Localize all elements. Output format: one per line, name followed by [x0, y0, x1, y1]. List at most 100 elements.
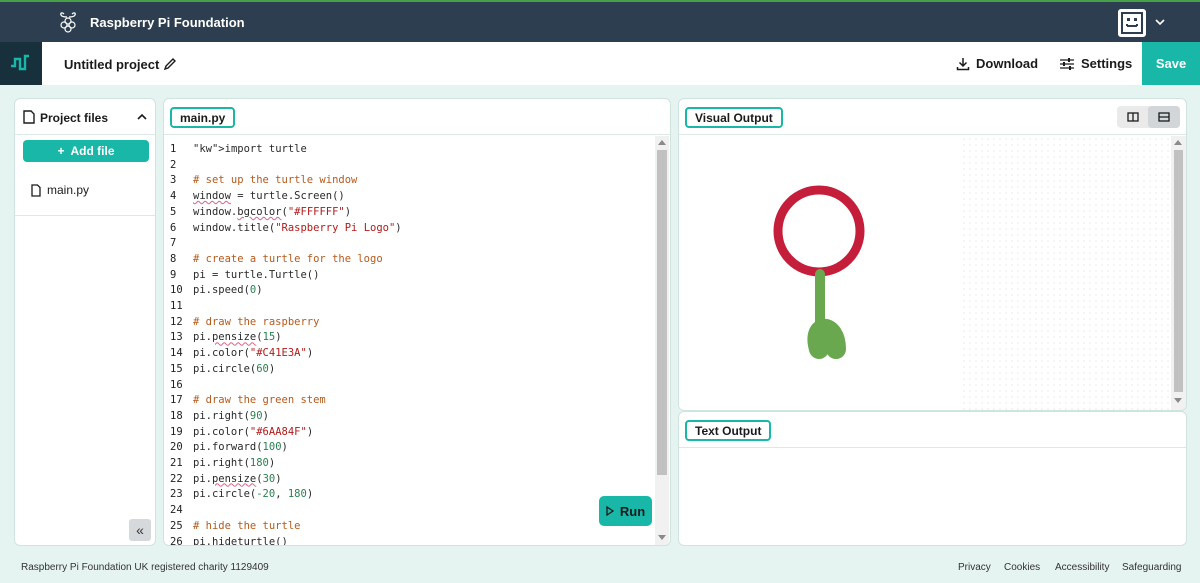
brand-name[interactable]: Raspberry Pi Foundation: [90, 15, 245, 30]
tab-main-py[interactable]: main.py: [170, 107, 236, 128]
line-number: 17: [170, 394, 183, 407]
code-line[interactable]: 17 # draw the green stem: [164, 394, 644, 410]
visual-tab-bar: Visual Output: [679, 99, 1186, 135]
scroll-down-icon[interactable]: [1174, 398, 1182, 403]
stacked-view-button[interactable]: [1148, 106, 1180, 128]
line-number: 6: [170, 221, 177, 234]
collapse-sidebar-button[interactable]: «: [129, 519, 151, 541]
run-button[interactable]: Run: [599, 496, 652, 526]
code-line[interactable]: 23 pi.circle(-20, 180): [164, 488, 644, 504]
code-line[interactable]: 1 "kw">import turtle: [164, 143, 644, 159]
tab-visual-output[interactable]: Visual Output: [685, 107, 783, 128]
file-item-main-py[interactable]: main.py: [31, 183, 89, 197]
download-label: Download: [976, 56, 1039, 71]
code-line[interactable]: 24: [164, 504, 644, 520]
code-line[interactable]: 5 window.bgcolor("#FFFFFF"): [164, 206, 644, 222]
raspberry-circle: [773, 185, 865, 277]
line-number: 10: [170, 284, 183, 297]
avatar[interactable]: [1118, 9, 1146, 37]
code-line[interactable]: 19 pi.color("#6AA84F"): [164, 426, 644, 442]
run-label: Run: [619, 503, 646, 519]
turtle-canvas[interactable]: [679, 136, 1171, 410]
layout-toggle: [1117, 106, 1180, 128]
line-number: 7: [170, 237, 177, 250]
line-number: 25: [170, 519, 183, 532]
code-line[interactable]: 14 pi.color("#C41E3A"): [164, 347, 644, 363]
accessibility-link[interactable]: Accessibility: [1055, 562, 1109, 573]
scroll-up-icon[interactable]: [1174, 140, 1182, 145]
line-number: 20: [170, 441, 183, 454]
line-number: 24: [170, 504, 183, 517]
code-editor-panel: main.py 1 "kw">import turtle 2 3 # set up th…: [163, 98, 671, 546]
code-line[interactable]: 15 pi.circle(60): [164, 363, 644, 379]
code-text: "kw">import turtle: [193, 143, 307, 155]
project-bar: Untitled project Download Settings Save: [0, 42, 1200, 85]
project-files-header[interactable]: Project files: [15, 99, 155, 135]
cookies-link[interactable]: Cookies: [1004, 562, 1040, 573]
tab-text-output[interactable]: Text Output: [685, 420, 772, 441]
code-text: pi.circle(60): [193, 362, 276, 375]
code-editor[interactable]: 1 "kw">import turtle 2 3 # set up the turtle…: [164, 143, 654, 545]
divider: [15, 215, 155, 216]
code-text: pi.right(180): [193, 457, 276, 469]
editor-logo[interactable]: [0, 42, 42, 85]
line-number: 4: [170, 190, 177, 203]
code-line[interactable]: 7: [164, 237, 644, 253]
privacy-link[interactable]: Privacy: [958, 562, 991, 573]
line-number: 21: [170, 457, 183, 469]
scrollbar-thumb[interactable]: [657, 150, 667, 475]
code-line[interactable]: 26 pi.hideturtle(): [164, 536, 644, 546]
line-number: 26: [170, 535, 183, 546]
code-line[interactable]: 22 pi.pensize(30): [164, 473, 644, 489]
pencil-icon[interactable]: [162, 56, 178, 72]
code-line[interactable]: 8 # create a turtle for the logo: [164, 253, 644, 269]
avatar-face-icon: [1121, 12, 1143, 34]
safeguarding-link[interactable]: Safeguarding: [1122, 562, 1182, 573]
code-line[interactable]: 20 pi.forward(100): [164, 441, 644, 457]
scrollbar-thumb[interactable]: [1174, 150, 1183, 392]
visual-output-panel: Visual Output: [678, 98, 1187, 411]
code-line[interactable]: 25 # hide the turtle: [164, 520, 644, 536]
line-number: 11: [170, 300, 183, 312]
code-text: pi.circle(-20, 180): [193, 488, 314, 501]
account-menu[interactable]: [1118, 9, 1170, 37]
line-number: 23: [170, 488, 183, 501]
visual-scrollbar[interactable]: [1171, 136, 1186, 410]
code-line[interactable]: 4 window = turtle.Screen(): [164, 190, 644, 206]
line-number: 1: [170, 143, 177, 155]
code-line[interactable]: 16: [164, 379, 644, 395]
code-line[interactable]: 13 pi.pensize(15): [164, 331, 644, 347]
download-button[interactable]: Download: [956, 42, 1038, 85]
code-line[interactable]: 9 pi = turtle.Turtle(): [164, 269, 644, 285]
settings-button[interactable]: Settings: [1059, 42, 1132, 85]
add-file-button[interactable]: + Add file: [23, 140, 149, 162]
line-number: 18: [170, 409, 183, 422]
scroll-down-icon[interactable]: [658, 535, 666, 540]
code-text: window = turtle.Screen(): [193, 190, 345, 203]
charity-notice: Raspberry Pi Foundation UK registered ch…: [21, 562, 269, 573]
code-text: # create a turtle for the logo: [193, 252, 383, 265]
code-line[interactable]: 21 pi.right(180): [164, 457, 644, 473]
download-icon: [956, 57, 970, 70]
side-by-side-view-button[interactable]: [1117, 106, 1148, 128]
code-line[interactable]: 2: [164, 159, 644, 175]
code-line[interactable]: 12 # draw the raspberry: [164, 316, 644, 332]
global-nav-bar: Raspberry Pi Foundation: [0, 0, 1200, 42]
code-line[interactable]: 11: [164, 300, 644, 316]
code-text: pi.speed(0): [193, 284, 263, 297]
save-button[interactable]: Save: [1142, 42, 1200, 85]
line-number: 5: [170, 205, 177, 218]
chevron-down-icon[interactable]: [1154, 16, 1166, 28]
plus-icon: +: [57, 144, 65, 158]
scroll-up-icon[interactable]: [658, 140, 666, 145]
line-number: 19: [170, 425, 183, 438]
file-icon: [31, 183, 41, 197]
code-line[interactable]: 3 # set up the turtle window: [164, 174, 644, 190]
raspberry-pi-logo-icon[interactable]: [58, 11, 78, 35]
project-files-heading: Project files: [40, 111, 109, 125]
code-line[interactable]: 18 pi.right(90): [164, 410, 644, 426]
code-line[interactable]: 6 window.title("Raspberry Pi Logo"): [164, 222, 644, 238]
chevron-up-icon[interactable]: [136, 112, 148, 122]
code-line[interactable]: 10 pi.speed(0): [164, 284, 644, 300]
editor-scrollbar[interactable]: [655, 136, 669, 545]
